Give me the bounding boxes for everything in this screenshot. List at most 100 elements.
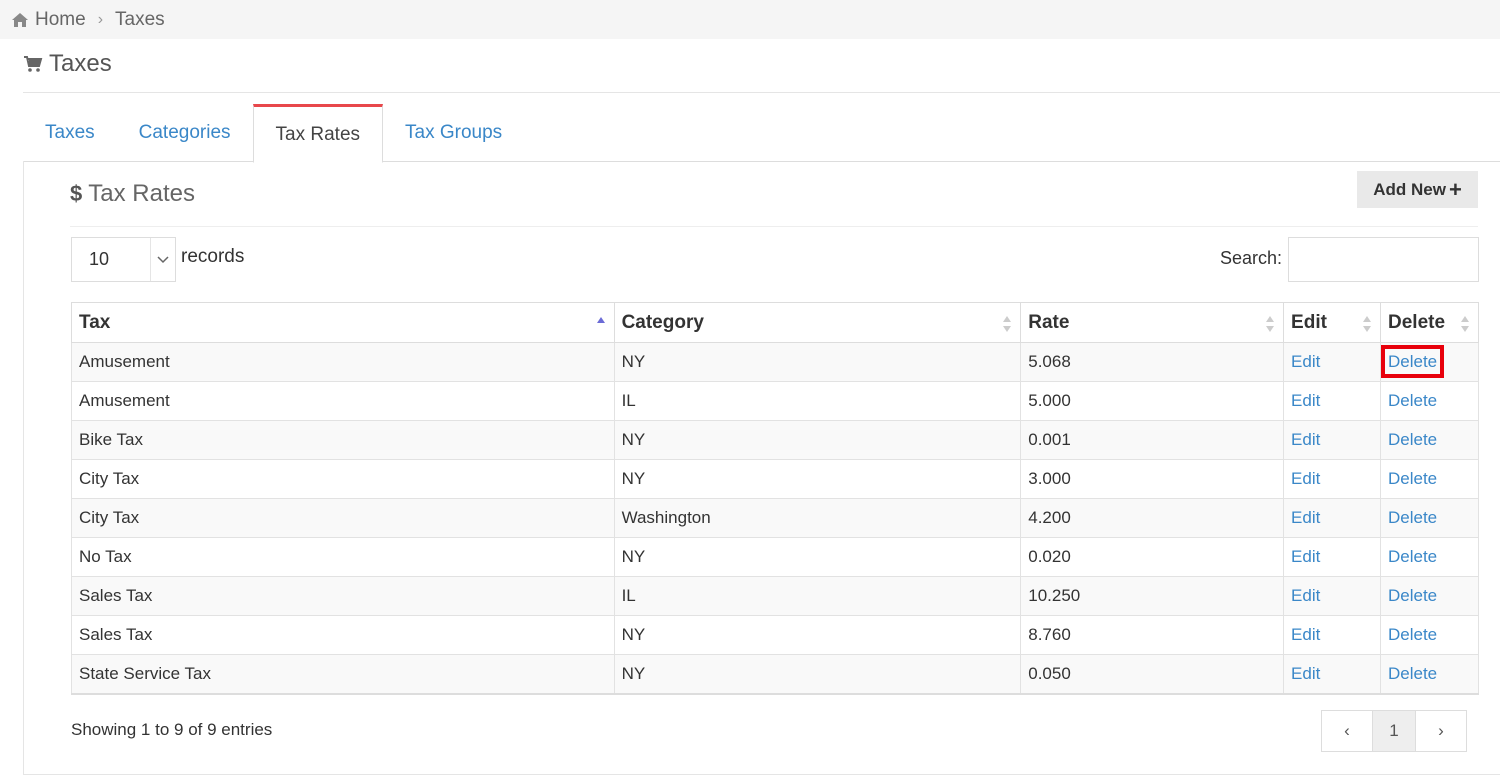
cell-rate: 3.000: [1020, 459, 1285, 499]
cell-rate: 5.000: [1020, 381, 1285, 421]
table-row: No Tax NY 0.020 Edit Delete: [71, 537, 1479, 577]
column-header-tax-label: Tax: [79, 311, 111, 333]
cell-delete: Delete: [1380, 342, 1479, 382]
cell-delete: Delete: [1380, 576, 1479, 616]
cell-edit: Edit: [1283, 576, 1381, 616]
cell-tax: City Tax: [71, 459, 615, 499]
column-header-category[interactable]: Category: [613, 302, 1022, 343]
dollar-icon: $: [70, 181, 83, 206]
cell-tax: City Tax: [71, 498, 615, 538]
table-row: State Service Tax NY 0.050 Edit Delete: [71, 654, 1479, 695]
edit-link[interactable]: Edit: [1291, 391, 1320, 410]
table-row: Sales Tax NY 8.760 Edit Delete: [71, 615, 1479, 655]
table-header-row: Tax Category Rate Edit Delete: [71, 302, 1479, 343]
cell-category: NY: [613, 654, 1022, 695]
sort-asc-icon: [596, 317, 605, 323]
edit-link[interactable]: Edit: [1291, 469, 1320, 488]
delete-link[interactable]: Delete: [1380, 345, 1445, 378]
records-label: records: [181, 246, 245, 267]
delete-link[interactable]: Delete: [1388, 508, 1437, 527]
page-title: Taxes: [23, 50, 112, 78]
cell-edit: Edit: [1283, 459, 1381, 499]
cell-rate: 10.250: [1020, 576, 1285, 616]
breadcrumb-home-link[interactable]: Home: [35, 9, 86, 31]
cell-rate: 8.760: [1020, 615, 1285, 655]
column-header-delete-label: Delete: [1388, 311, 1446, 333]
plus-icon: +: [1448, 176, 1462, 202]
table-row: City Tax Washington 4.200 Edit Delete: [71, 498, 1479, 538]
tab-tax-groups[interactable]: Tax Groups: [383, 104, 524, 162]
delete-link[interactable]: Delete: [1388, 586, 1437, 605]
delete-link[interactable]: Delete: [1388, 664, 1437, 683]
cell-delete: Delete: [1380, 615, 1479, 655]
column-header-rate-label: Rate: [1028, 311, 1070, 333]
table-row: Bike Tax NY 0.001 Edit Delete: [71, 420, 1479, 460]
sort-icon: [1363, 316, 1371, 332]
cell-delete: Delete: [1380, 381, 1479, 421]
cell-category: NY: [613, 342, 1022, 382]
edit-link[interactable]: Edit: [1291, 508, 1320, 527]
edit-link[interactable]: Edit: [1291, 352, 1320, 371]
tab-categories[interactable]: Categories: [117, 104, 253, 162]
records-per-page-select[interactable]: 10: [71, 237, 176, 282]
edit-link[interactable]: Edit: [1291, 586, 1320, 605]
cell-tax: State Service Tax: [71, 654, 615, 695]
cell-category: IL: [613, 381, 1022, 421]
cell-tax: Amusement: [71, 381, 615, 421]
cell-rate: 0.050: [1020, 654, 1285, 695]
edit-link[interactable]: Edit: [1291, 625, 1320, 644]
cell-edit: Edit: [1283, 342, 1381, 382]
add-new-button[interactable]: Add New +: [1357, 171, 1478, 208]
home-icon[interactable]: [11, 12, 29, 28]
cell-rate: 0.020: [1020, 537, 1285, 577]
table-row: Sales Tax IL 10.250 Edit Delete: [71, 576, 1479, 616]
cell-category: NY: [613, 537, 1022, 577]
table-row: City Tax NY 3.000 Edit Delete: [71, 459, 1479, 499]
pagination: ‹ 1 ›: [1321, 710, 1467, 752]
delete-link[interactable]: Delete: [1388, 547, 1437, 566]
tax-rates-table: Tax Category Rate Edit Delete Amusement …: [71, 302, 1479, 695]
edit-link[interactable]: Edit: [1291, 430, 1320, 449]
sort-icon: [1461, 316, 1469, 332]
column-header-delete[interactable]: Delete: [1380, 302, 1479, 343]
prev-page-button[interactable]: ‹: [1321, 710, 1373, 752]
cell-edit: Edit: [1283, 654, 1381, 695]
column-header-rate[interactable]: Rate: [1020, 302, 1285, 343]
breadcrumb-current: Taxes: [115, 8, 165, 30]
column-header-category-label: Category: [621, 311, 704, 333]
cell-delete: Delete: [1380, 537, 1479, 577]
cell-tax: Bike Tax: [71, 420, 615, 460]
chevron-down-icon: [150, 238, 175, 281]
cell-edit: Edit: [1283, 498, 1381, 538]
tab-taxes[interactable]: Taxes: [23, 104, 117, 162]
table-row: Amusement IL 5.000 Edit Delete: [71, 381, 1479, 421]
showing-entries-text: Showing 1 to 9 of 9 entries: [71, 720, 273, 739]
divider: [23, 92, 1500, 93]
cell-edit: Edit: [1283, 420, 1381, 460]
chevron-right-icon: ›: [97, 10, 104, 28]
edit-link[interactable]: Edit: [1291, 547, 1320, 566]
cell-delete: Delete: [1380, 498, 1479, 538]
delete-link[interactable]: Delete: [1388, 430, 1437, 449]
divider: [70, 226, 1478, 227]
tab-tax-rates[interactable]: Tax Rates: [252, 104, 384, 163]
add-new-label: Add New: [1373, 179, 1446, 199]
cell-category: NY: [613, 615, 1022, 655]
cart-icon: [24, 56, 43, 72]
delete-link[interactable]: Delete: [1388, 391, 1437, 410]
cell-category: NY: [613, 459, 1022, 499]
cell-delete: Delete: [1380, 654, 1479, 695]
column-header-edit[interactable]: Edit: [1283, 302, 1381, 343]
delete-link[interactable]: Delete: [1388, 625, 1437, 644]
cell-category: NY: [613, 420, 1022, 460]
page-1-button[interactable]: 1: [1372, 710, 1416, 752]
cell-category: IL: [613, 576, 1022, 616]
next-page-button[interactable]: ›: [1415, 710, 1467, 752]
column-header-tax[interactable]: Tax: [71, 302, 615, 343]
cell-tax: Sales Tax: [71, 615, 615, 655]
records-per-page-value: 10: [89, 249, 110, 269]
delete-link[interactable]: Delete: [1388, 469, 1437, 488]
search-input[interactable]: [1288, 237, 1479, 282]
search-label: Search:: [1220, 248, 1283, 268]
edit-link[interactable]: Edit: [1291, 664, 1320, 683]
